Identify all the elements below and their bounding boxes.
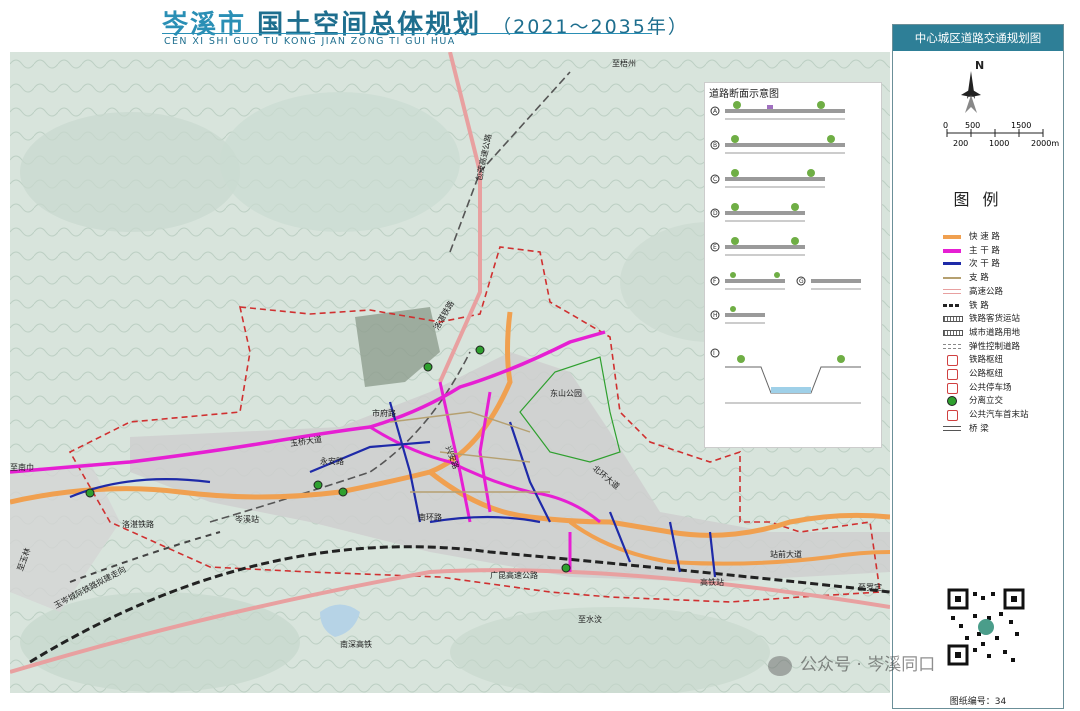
legend-item: 铁 路: [943, 299, 1063, 313]
legend-swatch: [943, 288, 961, 294]
legend-item: 快 速 路: [943, 230, 1063, 244]
legend-item: 支 路: [943, 271, 1063, 285]
qr-code: [947, 588, 1025, 666]
label-luozhan-rail: 洛湛铁路: [122, 520, 154, 529]
label-nanhuan: 南环路: [418, 513, 442, 522]
legend-label: 分离立交: [969, 396, 1004, 407]
legend-label: 支 路: [969, 273, 989, 284]
legend-label: 铁路客货运站: [969, 314, 1021, 325]
legend-item: 公共汽车首末站: [943, 408, 1063, 422]
label-nanshen: 南深高铁: [340, 640, 372, 649]
legend-swatch: [943, 329, 963, 336]
legend-label: 公路枢纽: [969, 369, 1004, 379]
legend-item: 公共停车场: [943, 381, 1063, 395]
label-to-nandu: 至南巾: [10, 463, 34, 472]
legend-item: 弹性控制道路: [943, 340, 1063, 354]
legend-swatch: [943, 425, 961, 431]
legend-swatch: [947, 396, 957, 407]
legend-swatch: [947, 369, 958, 380]
legend-swatch: [943, 248, 961, 253]
label-cenxi-station: 岑溪站: [235, 515, 259, 524]
scale-1500: 1500: [1011, 121, 1032, 130]
legend-item: 主 干 路: [943, 244, 1063, 258]
sheet-number: 图纸编号：34: [949, 697, 1007, 707]
label-zhanqian: 站前大道: [770, 550, 802, 559]
legend-swatch: [947, 382, 958, 394]
scale-2000: 2000m: [1031, 139, 1060, 148]
legend-label: 城市道路用地: [969, 327, 1021, 338]
legend-item: 高速公路: [943, 285, 1063, 299]
legend-swatch: [947, 410, 958, 422]
svg-text:G: G: [799, 278, 804, 285]
scale-500: 500: [965, 121, 981, 130]
legend-item: 分离立交: [943, 394, 1063, 408]
scale-200: 200: [953, 139, 969, 148]
road-section-inset: 道路断面示意图 A B C D E F G H I: [704, 82, 882, 448]
legend-title: 图 例: [953, 190, 1003, 209]
legend-item: 铁路枢纽: [943, 353, 1063, 367]
section-diagrams: A B C D E F G H I: [710, 101, 861, 404]
legend-item: 桥 梁: [943, 422, 1063, 436]
legend-label: 公共停车场: [969, 382, 1012, 393]
svg-text:F: F: [713, 278, 717, 285]
label-guangkun: 广昆高速公路: [490, 571, 538, 580]
scale-bar: 0 500 1500 200 1000 2000m: [923, 121, 1059, 151]
legend-item: 公路枢纽: [943, 367, 1063, 381]
legend-swatch: [943, 303, 961, 307]
legend-label: 次 干 路: [969, 259, 1000, 270]
svg-text:D: D: [713, 210, 718, 217]
legend-item: 铁路客货运站: [943, 312, 1063, 326]
legend-label: 弹性控制道路: [969, 341, 1021, 352]
svg-text:B: B: [713, 142, 717, 149]
legend-swatch: [943, 262, 961, 266]
legend-item: 次 干 路: [943, 257, 1063, 271]
wechat-icon: [768, 656, 792, 676]
svg-text:I: I: [713, 350, 715, 357]
legend-swatch: [943, 277, 961, 280]
legend-label: 主 干 路: [969, 245, 1000, 256]
watermark-text: 公众号 · 岑溪同口: [800, 655, 936, 675]
scale-0: 0: [943, 121, 949, 130]
legend-label: 公共汽车首末站: [969, 410, 1029, 421]
map-canvas[interactable]: 至梧州 包茂高速公路 洛湛铁路 玉桥大道 市府路 东山公园 北环大道 南环路 岑…: [10, 52, 890, 693]
label-to-wuzhou: 至梧州: [612, 59, 636, 68]
legend-swatch: [943, 235, 961, 239]
label-yongan: 永安路: [320, 457, 344, 466]
svg-text:N: N: [975, 59, 984, 72]
svg-text:E: E: [713, 244, 717, 251]
title-pinyin: CEN XI SHI GUO TU KONG JIAN ZONG TI GUI …: [164, 36, 456, 47]
svg-text:C: C: [713, 176, 717, 183]
legend-item: 城市道路用地: [943, 326, 1063, 340]
title-underline: [162, 33, 652, 34]
svg-text:H: H: [713, 312, 718, 319]
title-years: （2021～2035年）: [492, 16, 689, 38]
scale-1000: 1000: [989, 139, 1010, 148]
legend-panel: 中心城区道路交通规划图 N 0 500 1500 200 1000 2000m …: [892, 24, 1064, 709]
label-shifu: 市府路: [372, 409, 396, 418]
legend-label: 铁 路: [969, 300, 989, 311]
label-to-luoding: 至罗定: [858, 583, 882, 592]
legend-label: 快 速 路: [969, 232, 1000, 242]
label-to-shuiwen: 至水汶: [578, 615, 602, 624]
legend-label: 高速公路: [969, 286, 1004, 297]
north-arrow-icon: N: [961, 59, 984, 113]
legend-swatch: [943, 343, 961, 349]
map-name: 中心城区道路交通规划图: [893, 25, 1063, 51]
inset-title: 道路断面示意图: [709, 89, 779, 100]
legend-label: 桥 梁: [969, 423, 989, 434]
label-dongshan: 东山公园: [550, 389, 582, 398]
legend-label: 铁路枢纽: [969, 355, 1004, 366]
label-gaotie-station: 高铁站: [700, 578, 724, 587]
legend-swatch: [943, 316, 963, 323]
legend-swatch: [947, 355, 958, 367]
